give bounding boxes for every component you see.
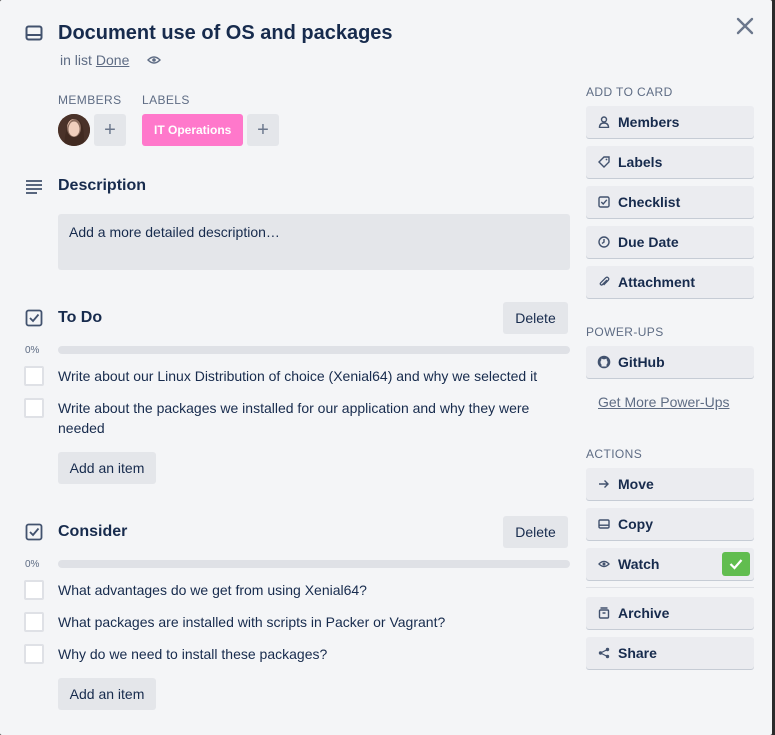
sidebar-archive-button[interactable]: Archive: [586, 597, 754, 629]
checklist-item-checkbox[interactable]: [24, 398, 44, 418]
checklist-item[interactable]: Write about our Linux Distribution of ch…: [58, 366, 558, 386]
checklist-item-checkbox[interactable]: [24, 580, 44, 600]
clock-icon: [597, 235, 611, 249]
arrow-right-icon: [597, 477, 611, 491]
sidebar-button-label: Members: [618, 114, 680, 130]
actions-header: ACTIONS: [586, 447, 643, 461]
card-title[interactable]: Document use of OS and packages: [58, 22, 393, 45]
checklist-icon: [25, 523, 43, 541]
sidebar-button-label: Labels: [618, 154, 663, 170]
checklist-item[interactable]: Why do we need to install these packages…: [58, 644, 558, 664]
description-input[interactable]: Add a more detailed description…: [58, 214, 570, 270]
checklist-progress-bar: [58, 346, 570, 354]
checklist-icon: [25, 309, 43, 327]
checklist-item[interactable]: Write about the packages we installed fo…: [58, 398, 558, 438]
sidebar-button-label: Move: [618, 476, 654, 492]
watching-eye-icon: [147, 52, 162, 68]
sidebar-button-label: Attachment: [618, 274, 696, 290]
checklist-item[interactable]: What packages are installed with scripts…: [58, 612, 558, 632]
checklist-item-checkbox[interactable]: [24, 644, 44, 664]
checklist-title[interactable]: To Do: [58, 309, 102, 327]
paperclip-icon: [597, 275, 611, 289]
label-it-operations[interactable]: IT Operations: [142, 114, 244, 146]
sidebar-github-button[interactable]: GitHub: [586, 346, 754, 378]
in-list-prefix: in list: [60, 52, 92, 68]
card-icon: [25, 25, 43, 41]
get-more-powerups-link[interactable]: Get More Power-Ups: [598, 394, 729, 410]
members-header: MEMBERS: [58, 93, 122, 107]
checklist-item-checkbox[interactable]: [24, 366, 44, 386]
add-to-card-header: ADD TO CARD: [586, 85, 673, 99]
description-icon: [25, 178, 43, 196]
checkbox-icon: [597, 195, 611, 209]
labels-header: LABELS: [142, 93, 190, 107]
sidebar-button-label: Watch: [618, 556, 660, 572]
checklist-item-checkbox[interactable]: [24, 612, 44, 632]
close-icon[interactable]: [733, 14, 757, 38]
checklist-item[interactable]: What advantages do we get from using Xen…: [58, 580, 558, 600]
sidebar-button-label: Checklist: [618, 194, 681, 210]
delete-checklist-button[interactable]: Delete: [503, 302, 568, 334]
add-label-button[interactable]: +: [247, 114, 279, 146]
watch-checked-icon: [722, 552, 750, 576]
sidebar-members-button[interactable]: Members: [586, 106, 754, 138]
sidebar-button-label: GitHub: [618, 354, 665, 370]
sidebar-labels-button[interactable]: Labels: [586, 146, 754, 178]
sidebar-attachment-button[interactable]: Attachment: [586, 266, 754, 298]
tag-icon: [597, 155, 611, 169]
sidebar-button-label: Copy: [618, 516, 653, 532]
card-detail-modal: Document use of OS and packages in list …: [0, 0, 772, 735]
copy-icon: [597, 517, 611, 531]
sidebar-due-date-button[interactable]: Due Date: [586, 226, 754, 258]
sidebar-divider: [586, 587, 754, 588]
description-title: Description: [58, 177, 147, 194]
add-item-button[interactable]: Add an item: [58, 678, 156, 710]
person-icon: [597, 115, 611, 129]
github-icon: [597, 355, 611, 369]
delete-checklist-button[interactable]: Delete: [503, 516, 568, 548]
avatar[interactable]: [58, 114, 90, 146]
card-list-info: in list Done: [60, 52, 162, 68]
sidebar-share-button[interactable]: Share: [586, 637, 754, 669]
checklist-progress-text: 0%: [25, 559, 40, 570]
add-item-button[interactable]: Add an item: [58, 452, 156, 484]
powerups-header: POWER-UPS: [586, 325, 664, 339]
sidebar-button-label: Due Date: [618, 234, 679, 250]
checklist-progress-bar: [58, 560, 570, 568]
eye-icon: [597, 557, 611, 571]
share-icon: [597, 646, 611, 660]
checklist-title[interactable]: Consider: [58, 523, 127, 541]
archive-icon: [597, 606, 611, 620]
checklist-progress-text: 0%: [25, 345, 40, 356]
sidebar-button-label: Archive: [618, 605, 670, 621]
list-link[interactable]: Done: [96, 52, 129, 68]
add-member-button[interactable]: +: [94, 114, 126, 146]
sidebar-copy-button[interactable]: Copy: [586, 508, 754, 540]
sidebar-checklist-button[interactable]: Checklist: [586, 186, 754, 218]
sidebar-button-label: Share: [618, 645, 657, 661]
sidebar-move-button[interactable]: Move: [586, 468, 754, 500]
